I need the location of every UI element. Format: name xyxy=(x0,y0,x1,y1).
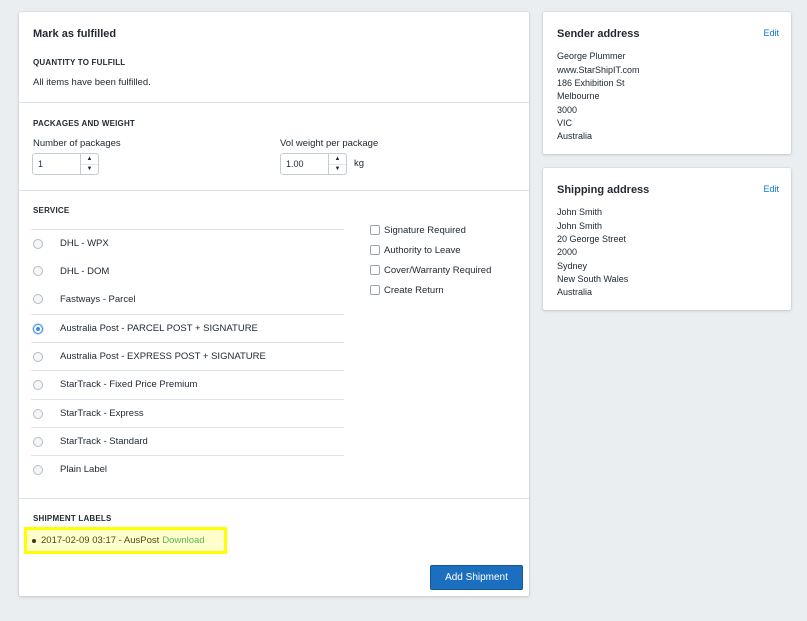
bullet-icon xyxy=(32,538,36,543)
num-packages-stepper[interactable]: ▲ ▼ xyxy=(32,153,99,175)
quantity-message: All items have been fulfilled. xyxy=(33,77,151,88)
divider xyxy=(19,102,529,103)
sender-line: Melbourne xyxy=(557,91,600,101)
checkbox-label: Cover/Warranty Required xyxy=(384,264,492,276)
shipping-line: New South Wales xyxy=(557,274,629,284)
radio-button[interactable] xyxy=(33,351,43,362)
shipping-title: Shipping address xyxy=(557,184,650,196)
shipping-address-card: Shipping address Edit John Smith John Sm… xyxy=(543,168,791,310)
service-option-startrack-fixed[interactable]: StarTrack - Fixed Price Premium xyxy=(31,370,344,398)
shipment-labels-heading: SHIPMENT LABELS xyxy=(33,514,112,523)
service-option-dhl-wpx[interactable]: DHL - WPX xyxy=(31,229,344,257)
radio-button[interactable] xyxy=(33,436,43,447)
radio-button[interactable] xyxy=(33,408,43,419)
checkbox[interactable] xyxy=(370,285,380,295)
increment-icon[interactable]: ▲ xyxy=(81,154,98,164)
radio-button[interactable] xyxy=(33,266,43,276)
shipping-line: 2000 xyxy=(557,247,578,257)
radio-button[interactable] xyxy=(33,238,43,249)
service-option-startrack-express[interactable]: StarTrack - Express xyxy=(31,399,344,427)
checkbox-label: Signature Required xyxy=(384,224,466,236)
service-option-plain-label[interactable]: Plain Label xyxy=(31,455,344,483)
service-option-startrack-standard[interactable]: StarTrack - Standard xyxy=(31,427,344,455)
shipping-line: 20 George Street xyxy=(557,234,627,244)
service-option-label: Australia Post - PARCEL POST + SIGNATURE xyxy=(60,323,258,334)
radio-button[interactable] xyxy=(33,464,43,475)
shipping-line: Sydney xyxy=(557,261,588,271)
radio-button[interactable] xyxy=(33,379,43,390)
sender-edit-link[interactable]: Edit xyxy=(763,28,779,38)
service-option-label: StarTrack - Standard xyxy=(60,436,148,447)
quantity-heading: QUANTITY TO FULFILL xyxy=(33,58,126,67)
service-option-label: Australia Post - EXPRESS POST + SIGNATUR… xyxy=(60,351,266,362)
num-packages-label: Number of packages xyxy=(33,138,121,149)
shipment-label-item: 2017-02-09 03:17 - AusPost Download xyxy=(24,527,227,554)
vol-weight-label: Vol weight per package xyxy=(280,138,379,149)
sender-address-card: Sender address Edit George Plummer www.S… xyxy=(543,12,791,154)
service-option-auspost-parcel[interactable]: Australia Post - PARCEL POST + SIGNATURE xyxy=(31,314,344,342)
increment-icon[interactable]: ▲ xyxy=(329,154,346,164)
vol-weight-stepper[interactable]: ▲ ▼ xyxy=(280,153,347,175)
checkbox-create-return[interactable]: Create Return xyxy=(370,283,444,297)
checkbox-cover-warranty[interactable]: Cover/Warranty Required xyxy=(370,263,491,277)
shipping-edit-link[interactable]: Edit xyxy=(763,184,779,194)
sender-line: www.StarShipIT.com xyxy=(557,65,640,75)
sender-line: George Plummer xyxy=(557,51,626,61)
service-option-label: DHL - WPX xyxy=(60,238,109,249)
service-option-auspost-express[interactable]: Australia Post - EXPRESS POST + SIGNATUR… xyxy=(31,342,344,370)
add-shipment-button[interactable]: Add Shipment xyxy=(430,565,523,590)
num-packages-input[interactable] xyxy=(33,154,80,174)
service-option-fastways-parcel[interactable]: Fastways - Parcel xyxy=(31,285,344,313)
service-heading: SERVICE xyxy=(33,206,70,215)
packages-heading: PACKAGES AND WEIGHT xyxy=(33,119,136,128)
shipping-line: Australia xyxy=(557,287,593,297)
service-option-label: DHL - DOM xyxy=(60,265,110,277)
decrement-icon[interactable]: ▼ xyxy=(81,163,98,175)
shipping-line: John Smith xyxy=(557,207,603,217)
shipment-label-text: 2017-02-09 03:17 - AusPost xyxy=(41,535,160,546)
stepper-arrows: ▲ ▼ xyxy=(328,154,346,174)
stepper-arrows: ▲ ▼ xyxy=(80,154,98,174)
checkbox[interactable] xyxy=(370,265,380,275)
weight-unit: kg xyxy=(354,158,365,169)
divider xyxy=(19,498,529,499)
decrement-icon[interactable]: ▼ xyxy=(329,163,346,175)
checkbox-label: Authority to Leave xyxy=(384,244,461,256)
sender-line: VIC xyxy=(557,118,573,128)
checkbox-signature-required[interactable]: Signature Required xyxy=(370,223,466,237)
service-option-label: StarTrack - Express xyxy=(60,408,144,419)
shipping-line: John Smith xyxy=(557,221,603,231)
card-title: Mark as fulfilled xyxy=(33,28,117,40)
checkbox[interactable] xyxy=(370,245,380,255)
checkbox[interactable] xyxy=(370,225,380,235)
service-option-dhl-dom[interactable]: DHL - DOM xyxy=(31,257,344,285)
divider xyxy=(19,190,529,191)
sender-title: Sender address xyxy=(557,28,640,40)
download-link[interactable]: Download xyxy=(162,535,204,546)
sender-line: 186 Exhibition St xyxy=(557,78,625,88)
sender-line: Australia xyxy=(557,131,593,141)
service-option-label: Fastways - Parcel xyxy=(60,293,136,305)
checkbox-label: Create Return xyxy=(384,284,444,296)
radio-button-selected[interactable] xyxy=(33,323,43,334)
radio-button[interactable] xyxy=(33,294,43,304)
checkbox-authority-to-leave[interactable]: Authority to Leave xyxy=(370,243,461,257)
sender-line: 3000 xyxy=(557,105,578,115)
service-option-label: StarTrack - Fixed Price Premium xyxy=(60,379,198,390)
fulfillment-card: Mark as fulfilled QUANTITY TO FULFILL Al… xyxy=(19,12,529,596)
vol-weight-input[interactable] xyxy=(281,154,328,174)
service-option-label: Plain Label xyxy=(60,464,108,475)
